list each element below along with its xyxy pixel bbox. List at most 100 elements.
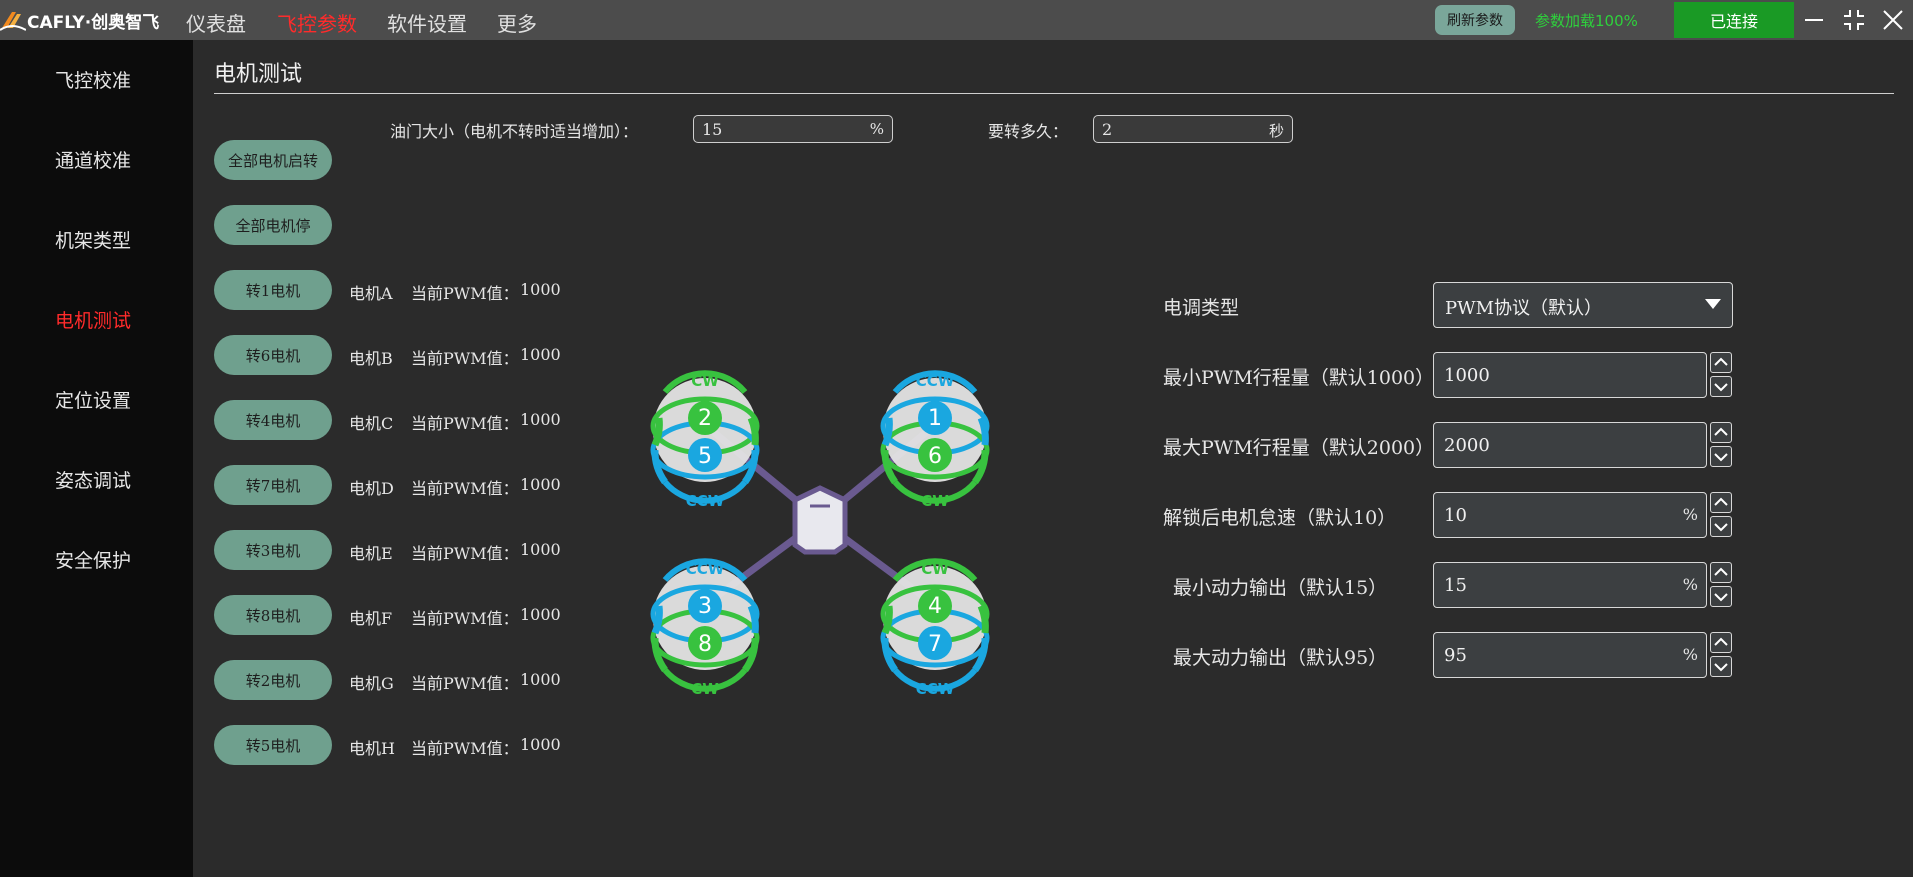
sidebar-item-safety[interactable]: 安全保护	[55, 546, 131, 573]
spin-down-button[interactable]	[1710, 446, 1732, 467]
max-pwm-label: 最大PWM行程量（默认2000）	[1163, 437, 1435, 459]
duration-field: 秒	[1093, 115, 1293, 143]
nav-dashboard[interactable]: 仪表盘	[186, 8, 246, 37]
motor-name: 电机G	[349, 674, 394, 693]
nav-flight-params[interactable]: 飞控参数	[277, 8, 357, 37]
sidebar: 飞控校准 通道校准 机架类型 电机测试 定位设置 姿态调试 安全保护	[0, 40, 193, 877]
spin-motor-3-button[interactable]: 转3电机	[214, 530, 332, 570]
rotor-number: 6	[928, 444, 942, 469]
throttle-unit: %	[869, 120, 884, 138]
throttle-input[interactable]	[702, 116, 841, 142]
duration-unit: 秒	[1268, 122, 1284, 140]
spin-motor-1-button[interactable]: 转1电机	[214, 270, 332, 310]
rotor-number: 4	[928, 594, 942, 619]
pwm-value: 1000	[520, 410, 561, 429]
motor-name: 电机C	[349, 414, 394, 433]
rotor-number: 2	[698, 406, 712, 431]
refresh-params-button[interactable]: 刷新参数	[1435, 5, 1515, 35]
spin-up-button[interactable]	[1710, 562, 1732, 583]
max-output-label: 最大动力输出（默认95）	[1173, 647, 1388, 669]
rotor-pair-1-6: 1 6 CCW CW	[880, 370, 990, 510]
rotor-number: 5	[698, 444, 712, 469]
spin-motor-5-button[interactable]: 转5电机	[214, 725, 332, 765]
spin-motor-6-button[interactable]: 转6电机	[214, 335, 332, 375]
duration-input[interactable]	[1102, 116, 1241, 142]
pwm-label: 当前PWM值：	[411, 284, 519, 303]
spin-motor-2-button[interactable]: 转2电机	[214, 660, 332, 700]
chevron-down-icon	[1714, 593, 1728, 602]
rotor-direction-label: CCW	[686, 560, 725, 578]
top-bar: CAFLY·创奥智飞 仪表盘 飞控参数 软件设置 更多 刷新参数 参数加载100…	[0, 0, 1913, 40]
throttle-label: 油门大小（电机不转时适当增加）：	[390, 122, 639, 141]
title-divider	[214, 93, 1894, 94]
pwm-label: 当前PWM值：	[411, 544, 519, 563]
sidebar-item-channel-calibration[interactable]: 通道校准	[55, 146, 131, 173]
spin-up-button[interactable]	[1710, 422, 1732, 443]
esc-type-select[interactable]: PWM协议（默认）	[1433, 282, 1733, 328]
restore-icon[interactable]	[1840, 6, 1868, 34]
sidebar-item-fc-calibration[interactable]: 飞控校准	[55, 66, 131, 93]
param-load-status: 参数加载100%	[1535, 12, 1638, 30]
logo-icon	[0, 12, 26, 31]
pwm-value: 1000	[520, 540, 561, 559]
esc-type-value: PWM协议（默认）	[1445, 298, 1603, 319]
stop-all-motors-button[interactable]: 全部电机停	[214, 205, 332, 245]
max-output-input[interactable]	[1444, 643, 1664, 667]
motor-name: 电机D	[349, 479, 394, 498]
chevron-down-icon	[1714, 523, 1728, 532]
connect-button[interactable]: 已连接	[1674, 2, 1794, 38]
close-icon[interactable]	[1879, 6, 1907, 34]
min-pwm-input[interactable]	[1444, 363, 1664, 387]
logo-text: CAFLY·创奥智飞	[27, 12, 160, 33]
rotor-number: 8	[698, 632, 712, 657]
pwm-label: 当前PWM值：	[411, 739, 519, 758]
sidebar-item-motor-test[interactable]: 电机测试	[55, 306, 131, 333]
motor-name: 电机H	[349, 739, 395, 758]
spin-motor-7-button[interactable]: 转7电机	[214, 465, 332, 505]
motor-name: 电机A	[349, 284, 393, 303]
chevron-up-icon	[1714, 357, 1728, 366]
rotor-number: 7	[928, 632, 942, 657]
max-pwm-input[interactable]	[1444, 433, 1664, 457]
duration-label: 要转多久：	[988, 122, 1069, 141]
start-all-motors-button[interactable]: 全部电机启转	[214, 140, 332, 180]
chevron-up-icon	[1714, 427, 1728, 436]
motor-name: 电机B	[349, 349, 393, 368]
frame-body-icon	[792, 485, 848, 555]
pwm-label: 当前PWM值：	[411, 479, 519, 498]
spin-down-button[interactable]	[1710, 376, 1732, 397]
spin-down-button[interactable]	[1710, 586, 1732, 607]
spin-motor-8-button[interactable]: 转8电机	[214, 595, 332, 635]
page-title: 电机测试	[214, 62, 303, 87]
spin-motor-4-button[interactable]: 转4电机	[214, 400, 332, 440]
pwm-label: 当前PWM值：	[411, 414, 519, 433]
max-output-field: %	[1433, 632, 1707, 678]
rotor-direction-label: CW	[921, 560, 949, 578]
min-output-spinner	[1710, 562, 1733, 608]
sidebar-item-attitude-tuning[interactable]: 姿态调试	[55, 466, 131, 493]
sidebar-item-frame-type[interactable]: 机架类型	[55, 226, 131, 253]
sidebar-item-positioning[interactable]: 定位设置	[55, 386, 131, 413]
idle-speed-label: 解锁后电机怠速（默认10）	[1163, 507, 1397, 529]
nav-more[interactable]: 更多	[497, 8, 537, 37]
rotor-direction-label: CCW	[916, 372, 955, 390]
rotor-direction-label: CW	[691, 372, 719, 390]
esc-type-label: 电调类型	[1163, 297, 1240, 319]
spin-up-button[interactable]	[1710, 632, 1732, 653]
min-output-field: %	[1433, 562, 1707, 608]
minimize-icon[interactable]	[1800, 6, 1828, 34]
max-output-spinner	[1710, 632, 1733, 678]
pwm-label: 当前PWM值：	[411, 349, 519, 368]
pwm-value: 1000	[520, 280, 561, 299]
pwm-label: 当前PWM值：	[411, 674, 519, 693]
nav-software-settings[interactable]: 软件设置	[387, 8, 467, 37]
rotor-direction-label: CCW	[686, 492, 725, 510]
spin-up-button[interactable]	[1710, 352, 1732, 373]
min-pwm-field	[1433, 352, 1707, 398]
spin-up-button[interactable]	[1710, 492, 1732, 513]
rotor-number: 1	[928, 406, 942, 431]
spin-down-button[interactable]	[1710, 516, 1732, 537]
idle-speed-input[interactable]	[1444, 503, 1664, 527]
min-output-input[interactable]	[1444, 573, 1664, 597]
spin-down-button[interactable]	[1710, 656, 1732, 677]
